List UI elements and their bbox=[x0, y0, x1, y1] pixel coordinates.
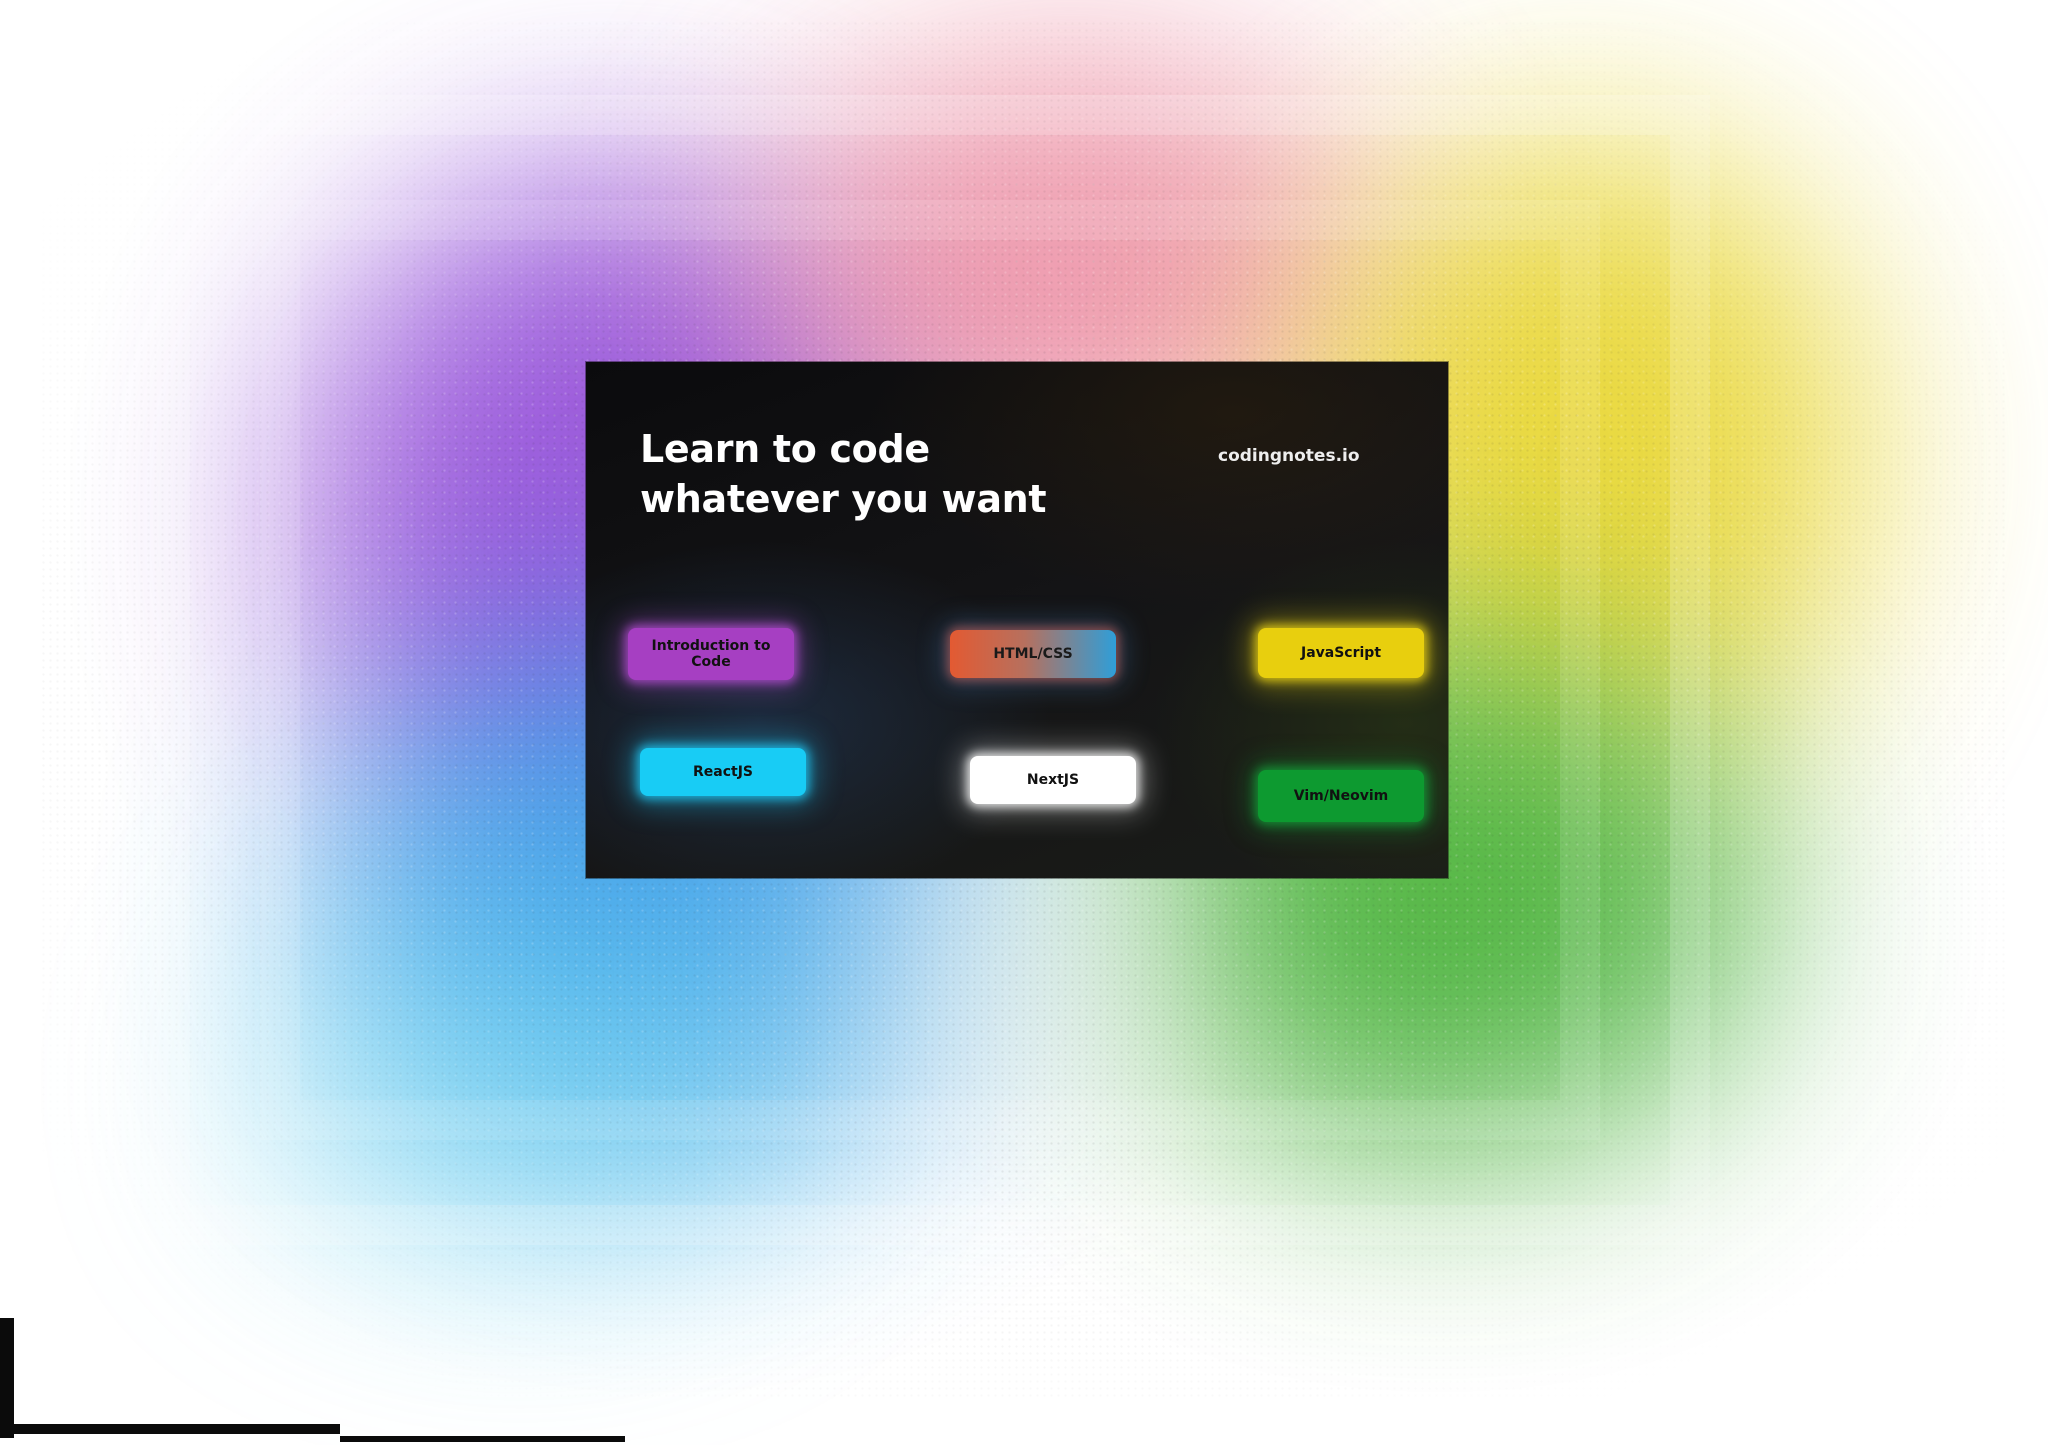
course-pill-vim-neovim[interactable]: Vim/Neovim bbox=[1258, 770, 1424, 822]
corner-artifact bbox=[340, 1436, 625, 1442]
corner-artifact bbox=[0, 1318, 14, 1438]
hero-title: Learn to code whatever you want bbox=[640, 424, 1047, 524]
course-pill-nextjs[interactable]: NextJS bbox=[970, 756, 1136, 804]
site-url[interactable]: codingnotes.io bbox=[1218, 446, 1360, 466]
course-pill-introduction-to-code[interactable]: Introduction to Code bbox=[628, 628, 794, 680]
hero-card: Learn to code whatever you want codingno… bbox=[586, 362, 1448, 878]
hero-title-line-1: Learn to code bbox=[640, 427, 930, 471]
course-pill-javascript[interactable]: JavaScript bbox=[1258, 628, 1424, 678]
course-pill-html-css[interactable]: HTML/CSS bbox=[950, 630, 1116, 678]
corner-artifact bbox=[0, 1424, 340, 1434]
course-pill-reactjs[interactable]: ReactJS bbox=[640, 748, 806, 796]
hero-title-line-2: whatever you want bbox=[640, 477, 1047, 521]
